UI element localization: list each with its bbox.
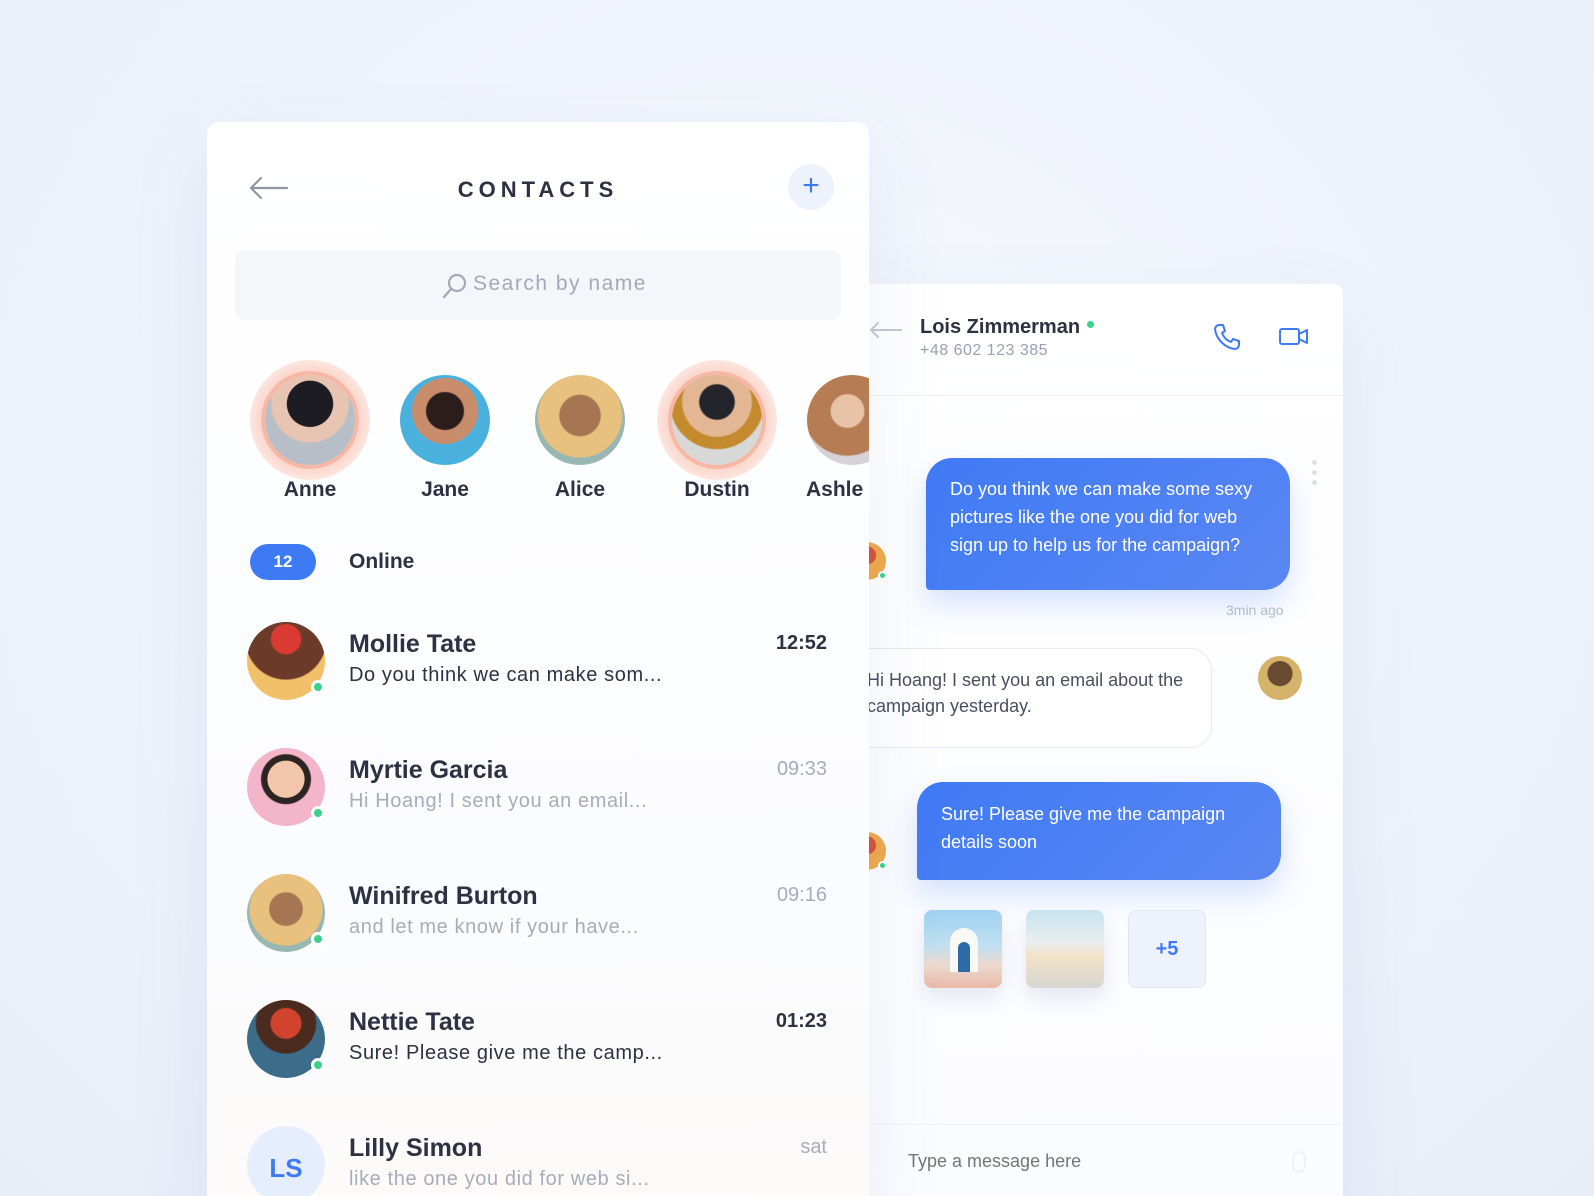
contact-name: Nettie Tate	[349, 1008, 475, 1036]
online-status-dot	[1087, 321, 1094, 328]
message-sender-avatar	[1258, 656, 1302, 700]
avatar	[672, 375, 762, 465]
story-name: Jane	[421, 478, 469, 501]
contact-row[interactable]: LS Lilly Simon like the one you did for …	[247, 1126, 827, 1196]
incoming-message: Hi Hoang! I sent you an email about the …	[840, 648, 1212, 748]
contact-name: Winifred Burton	[349, 882, 538, 910]
contact-row[interactable]: Winifred Burton and let me know if your …	[247, 874, 827, 954]
contact-time: 09:33	[776, 758, 827, 780]
online-status-dot	[311, 806, 325, 820]
contact-time: 12:52	[775, 632, 827, 654]
online-count-badge: 12	[250, 544, 316, 580]
contact-name: Lilly Simon	[349, 1134, 483, 1162]
attachment-thumbnail[interactable]	[1026, 910, 1104, 988]
contact-name: Myrtie Garcia	[349, 756, 508, 784]
story-anne[interactable]: Anne	[250, 360, 370, 534]
contact-last-message: like the one you did for web si...	[349, 1168, 650, 1190]
avatar-initials: LS	[247, 1126, 325, 1196]
chat-contact-name: Lois Zimmerman	[920, 316, 1081, 338]
story-name: Alice	[554, 478, 606, 501]
story-name: Anne	[283, 478, 337, 501]
story-dustin[interactable]: Dustin	[657, 360, 777, 534]
search-input[interactable]	[473, 272, 773, 296]
avatar	[807, 375, 869, 465]
online-label: Online	[349, 550, 415, 573]
online-status-dot	[311, 680, 325, 694]
outgoing-message: Do you think we can make some sexy pictu…	[926, 458, 1290, 590]
attachment-thumbnail[interactable]	[924, 910, 1002, 988]
contact-time: sat	[800, 1136, 827, 1158]
search-bar[interactable]	[235, 250, 841, 320]
contact-last-message: Hi Hoang! I sent you an email...	[349, 790, 648, 812]
online-status-dot	[311, 1058, 325, 1072]
avatar	[400, 375, 490, 465]
contact-name: Mollie Tate	[349, 630, 477, 658]
add-contact-button[interactable]: +	[788, 164, 834, 210]
video-call-icon[interactable]	[1278, 324, 1310, 350]
story-alice[interactable]: Alice	[520, 374, 640, 534]
story-name: Ashle	[806, 478, 864, 501]
contact-last-message: Do you think we can make som...	[349, 664, 663, 686]
page-title: CONTACTS	[457, 177, 619, 202]
phone-call-icon[interactable]	[1212, 322, 1242, 352]
chat-panel: Lois Zimmerman +48 602 123 385 Do you th…	[838, 284, 1343, 1196]
story-jane[interactable]: Jane	[385, 374, 505, 534]
avatar	[265, 375, 355, 465]
online-status-dot	[878, 571, 887, 580]
more-attachments-button[interactable]: +5	[1128, 910, 1206, 988]
contacts-panel: CONTACTS + Anne Jane Alice Dustin Ashle …	[207, 122, 869, 1196]
back-arrow-icon[interactable]	[867, 320, 903, 340]
online-status-dot	[311, 932, 325, 946]
contact-time: 09:16	[776, 884, 827, 906]
outgoing-message: Sure! Please give me the campaign detail…	[917, 782, 1281, 880]
story-name: Dustin	[684, 478, 750, 501]
message-input[interactable]	[908, 1151, 1208, 1172]
contact-last-message: Sure! Please give me the camp...	[349, 1042, 663, 1064]
message-composer: +	[838, 1124, 1343, 1196]
contact-row[interactable]: Myrtie Garcia Hi Hoang! I sent you an em…	[247, 748, 827, 828]
microphone-icon[interactable]	[1292, 1151, 1306, 1173]
avatar	[535, 375, 625, 465]
message-timestamp: 3min ago	[1226, 602, 1284, 618]
search-icon	[442, 273, 467, 299]
contact-time: 01:23	[775, 1010, 827, 1032]
chat-contact-phone: +48 602 123 385	[920, 342, 1049, 359]
online-status-dot	[878, 861, 887, 870]
more-options-icon[interactable]	[1312, 460, 1318, 490]
contact-row[interactable]: Nettie Tate Sure! Please give me the cam…	[247, 1000, 827, 1080]
contact-last-message: and let me know if your have...	[349, 916, 639, 938]
contact-row[interactable]: Mollie Tate Do you think we can make som…	[247, 622, 827, 702]
chat-header: Lois Zimmerman +48 602 123 385	[840, 284, 1343, 396]
story-ashley[interactable]: Ashle	[792, 374, 869, 534]
